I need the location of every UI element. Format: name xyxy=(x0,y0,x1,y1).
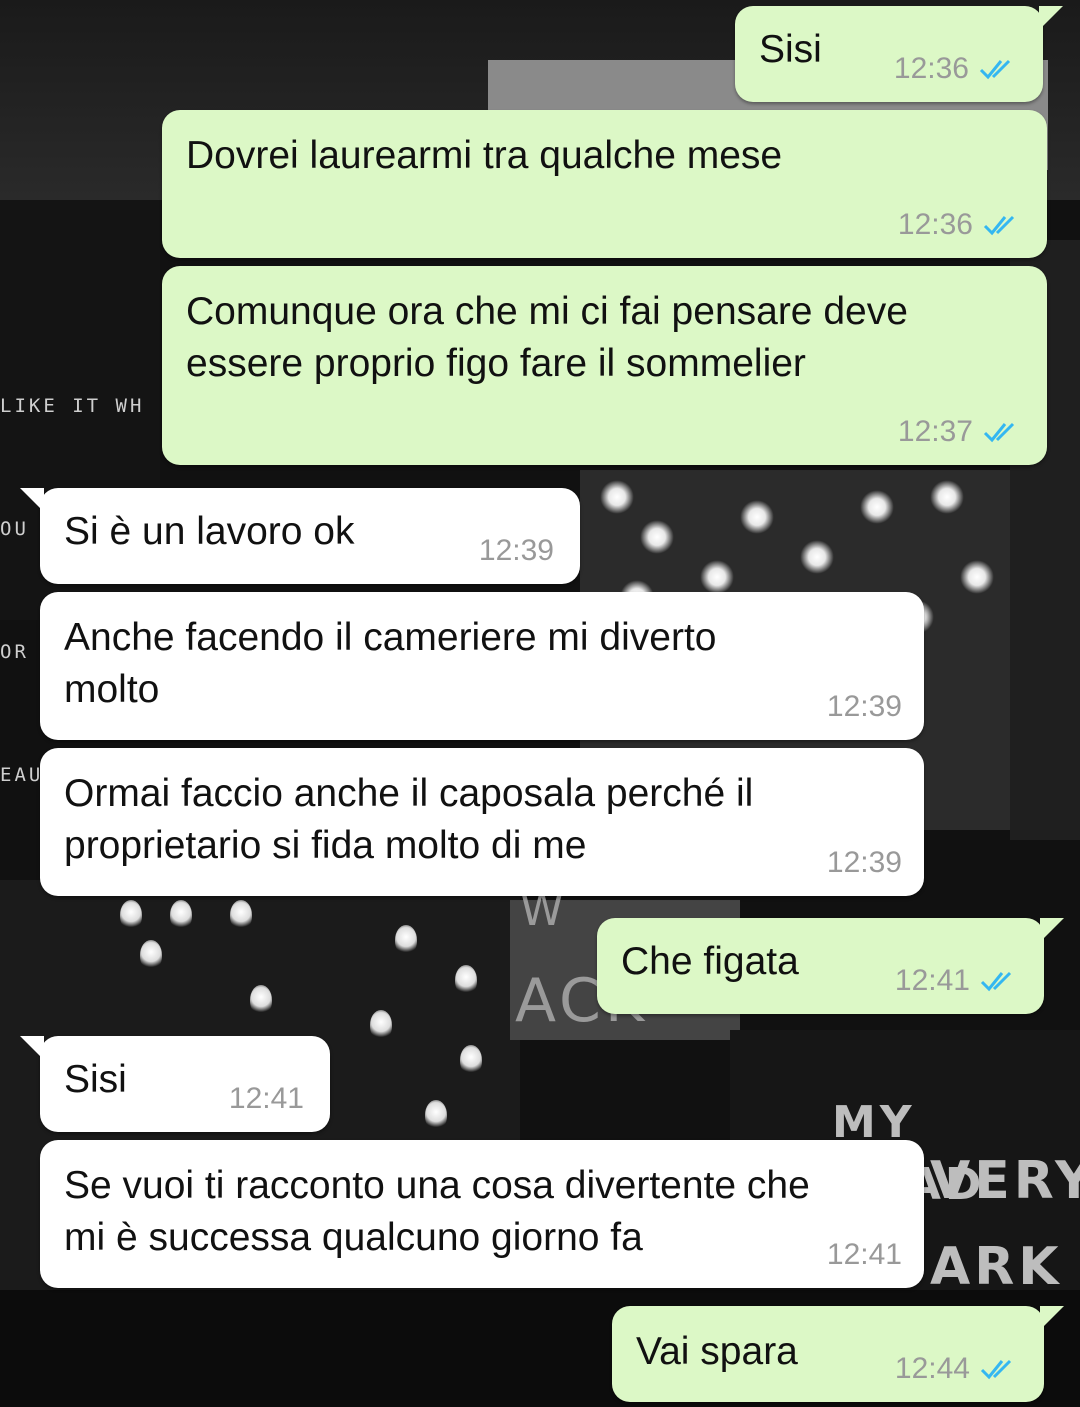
message-text: Vai spara xyxy=(636,1330,798,1373)
message-meta: 12:39 xyxy=(479,534,554,568)
message-meta: 12:37 xyxy=(898,415,1025,449)
message-bubble-outgoing[interactable]: Sisi 12:36 xyxy=(735,6,1063,102)
message-meta: 12:36 xyxy=(894,52,1021,86)
message-time: 12:37 xyxy=(897,415,973,448)
message-time: 12:39 xyxy=(478,534,554,567)
message-text: Sisi xyxy=(759,28,822,71)
message-time: 12:44 xyxy=(894,1352,970,1385)
double-check-icon xyxy=(979,59,1011,80)
message-meta: 12:41 xyxy=(827,1238,902,1272)
message-time: 12:36 xyxy=(893,52,969,85)
message-time: 12:41 xyxy=(228,1082,304,1115)
message-bubble-outgoing[interactable]: Vai spara 12:44 xyxy=(612,1306,1064,1402)
message-bubble-incoming[interactable]: Se vuoi ti racconto una cosa divertente … xyxy=(40,1140,924,1288)
message-time: 12:41 xyxy=(826,1238,902,1271)
message-bubble-incoming[interactable]: Si è un lavoro ok 12:39 xyxy=(20,488,580,584)
message-text: Che figata xyxy=(621,940,799,983)
message-bubble-outgoing[interactable]: Dovrei laurearmi tra qualche mese 12:36 xyxy=(162,110,1047,258)
message-meta: 12:39 xyxy=(827,690,902,724)
double-check-icon xyxy=(980,1359,1012,1380)
message-text: Se vuoi ti racconto una cosa divertente … xyxy=(64,1164,810,1259)
message-bubble-incoming[interactable]: Sisi 12:41 xyxy=(20,1036,330,1132)
message-text: Sisi xyxy=(64,1058,127,1101)
message-text: Ormai faccio anche il caposala perché il… xyxy=(64,772,754,867)
message-time: 12:36 xyxy=(897,208,973,241)
message-meta: 12:44 xyxy=(895,1352,1022,1386)
message-meta: 12:41 xyxy=(229,1082,304,1116)
message-bubble-outgoing[interactable]: Comunque ora che mi ci fai pensare deve … xyxy=(162,266,1047,465)
message-meta: 12:41 xyxy=(895,964,1022,998)
message-text: Comunque ora che mi ci fai pensare deve … xyxy=(186,290,908,385)
message-text: Anche facendo il cameriere mi diverto mo… xyxy=(64,616,717,711)
message-text: Si è un lavoro ok xyxy=(64,510,355,553)
message-meta: 12:39 xyxy=(827,846,902,880)
message-time: 12:39 xyxy=(826,846,902,879)
message-bubble-outgoing[interactable]: Che figata 12:41 xyxy=(597,918,1064,1014)
message-text: Dovrei laurearmi tra qualche mese xyxy=(186,134,783,177)
message-bubble-incoming[interactable]: Anche facendo il cameriere mi diverto mo… xyxy=(40,592,924,740)
message-list[interactable]: Sisi 12:36 Dovrei laurearmi tra qualche … xyxy=(0,0,1080,1407)
message-time: 12:41 xyxy=(894,964,970,997)
double-check-icon xyxy=(980,971,1012,992)
double-check-icon xyxy=(983,215,1015,236)
double-check-icon xyxy=(983,422,1015,443)
message-bubble-incoming[interactable]: Ormai faccio anche il caposala perché il… xyxy=(40,748,924,896)
message-time: 12:39 xyxy=(826,690,902,723)
message-meta: 12:36 xyxy=(898,208,1025,242)
